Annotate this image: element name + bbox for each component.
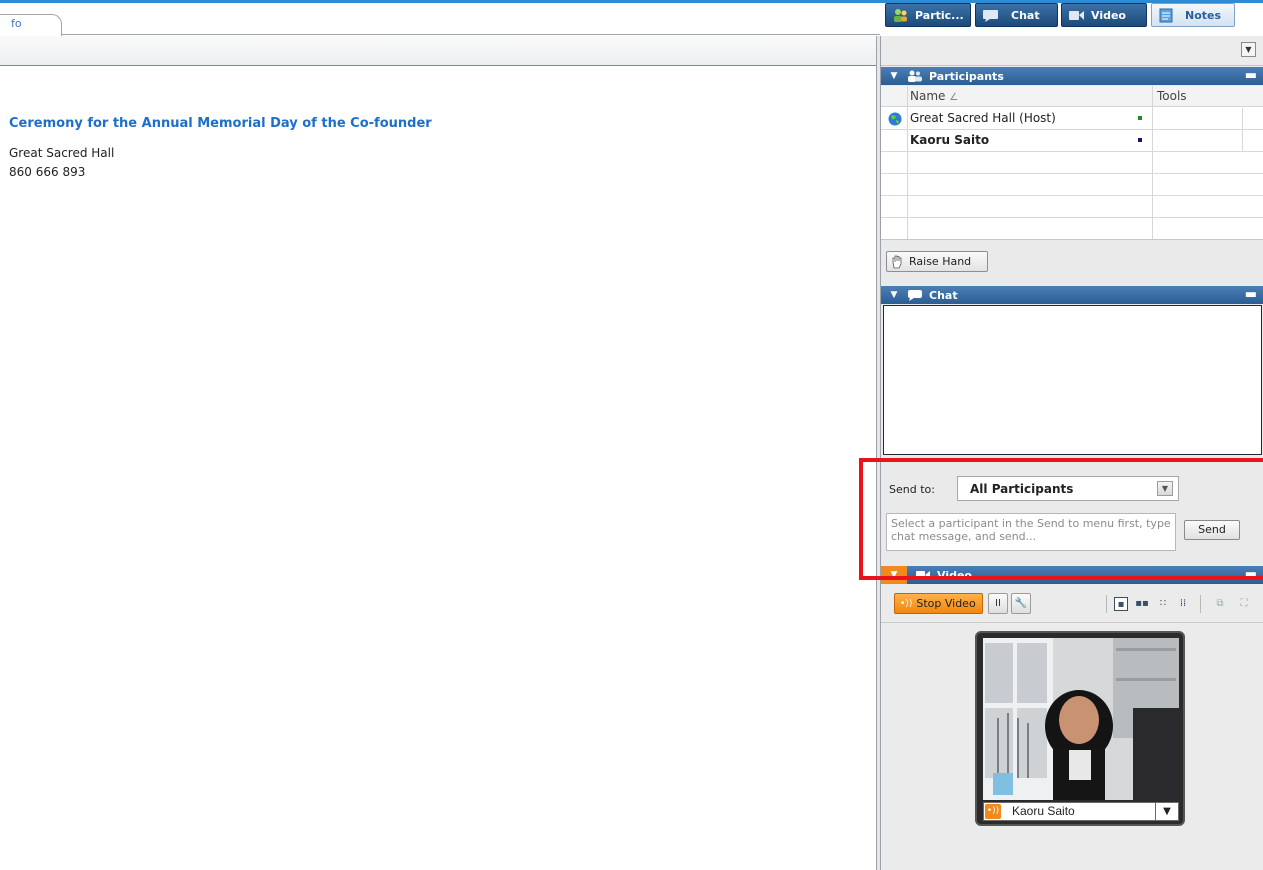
meeting-number: 860 666 893	[9, 165, 86, 179]
empty-row	[881, 196, 1263, 218]
empty-row	[881, 152, 1263, 174]
large-grid-view-icon[interactable]: ⁞⁞	[1176, 597, 1190, 611]
audio-wave-icon: •))	[900, 598, 913, 609]
meeting-title: Ceremony for the Annual Memorial Day of …	[9, 116, 432, 131]
participants-table: Name ∠ Tools Great Sacred Hall (Host) Ka…	[881, 86, 1263, 239]
grid-view-icon[interactable]: ∷	[1156, 597, 1170, 611]
participants-header-icon	[908, 70, 922, 82]
participants-icon	[894, 8, 907, 22]
empty-row	[881, 174, 1263, 196]
sort-ascending-icon: ∠	[949, 92, 959, 103]
video-settings-button[interactable]: 🔧	[1011, 593, 1031, 614]
participants-toggle-button[interactable]: Partic...	[885, 3, 971, 27]
speaker-icon: •))	[985, 804, 1001, 819]
chat-message-area[interactable]	[883, 305, 1262, 455]
stop-video-button[interactable]: •)) Stop Video	[894, 593, 983, 614]
meeting-host: Great Sacred Hall	[9, 146, 115, 160]
participants-section-title: Participants	[929, 69, 1004, 83]
video-toggle-button[interactable]: Video	[1061, 3, 1147, 27]
raise-hand-label: Raise Hand	[909, 255, 972, 268]
status-indicator	[1138, 138, 1142, 142]
stop-video-label: Stop Video	[916, 597, 976, 610]
column-header-tools[interactable]: Tools	[1157, 89, 1187, 103]
participant-row[interactable]: Great Sacred Hall (Host)	[881, 108, 1263, 130]
minimize-icon[interactable]: ▬	[1245, 287, 1257, 302]
column-header-name-label: Name	[910, 89, 946, 103]
tab-strip	[0, 3, 880, 35]
globe-icon	[888, 112, 902, 126]
collapse-triangle-icon[interactable]: ▼	[881, 290, 907, 300]
notes-toggle-button[interactable]: Notes	[1151, 3, 1235, 27]
chat-section-title: Chat	[929, 288, 958, 302]
video-feed[interactable]	[983, 638, 1179, 800]
video-feed-image	[983, 638, 1179, 800]
collapse-triangle-icon[interactable]: ▼	[881, 71, 907, 81]
side-by-side-view-icon[interactable]: ▪▪	[1135, 597, 1149, 611]
hand-icon	[892, 255, 902, 268]
panel-toolbar	[881, 36, 1263, 66]
participant-row[interactable]: Kaoru Saito	[881, 130, 1263, 152]
participants-section-header[interactable]: ▼ Participants ▬	[881, 67, 1263, 85]
toolbar-divider	[1200, 595, 1201, 613]
pause-video-button[interactable]: II	[988, 593, 1008, 614]
chevron-down-icon: ▼	[1245, 45, 1252, 54]
participant-name: Great Sacred Hall (Host)	[910, 111, 1056, 125]
single-view-icon[interactable]: ▪	[1114, 597, 1128, 611]
tab-info[interactable]: fo	[0, 14, 62, 36]
notes-toggle-label: Notes	[1185, 8, 1222, 22]
fullscreen-icon[interactable]: ⛶	[1237, 597, 1251, 611]
raise-hand-button[interactable]: Raise Hand	[886, 251, 988, 272]
pause-icon: II	[995, 598, 1001, 609]
popout-icon[interactable]: ⧉	[1213, 597, 1227, 611]
chat-toggle-label: Chat	[1011, 8, 1040, 22]
chat-icon	[983, 9, 998, 22]
column-header-name[interactable]: Name ∠	[910, 89, 958, 103]
video-camera-icon	[1069, 10, 1084, 20]
video-participant-name: Kaoru Saito	[1012, 804, 1075, 818]
chat-section-header[interactable]: ▼ Chat ▬	[881, 286, 1263, 304]
minimize-icon[interactable]: ▬	[1245, 68, 1257, 83]
status-indicator	[1138, 116, 1142, 120]
notes-icon	[1159, 8, 1173, 22]
toolbar-divider	[1106, 595, 1107, 613]
empty-row	[881, 218, 1263, 240]
highlight-box	[859, 458, 1263, 580]
content-header-bar	[0, 36, 880, 66]
chevron-down-icon[interactable]: ▼	[1155, 803, 1178, 820]
wrench-icon: 🔧	[1014, 598, 1028, 609]
video-toggle-label: Video	[1091, 8, 1126, 22]
chat-header-icon	[908, 289, 922, 301]
participants-table-header: Name ∠ Tools	[881, 86, 1263, 107]
toolbar-menu-dropdown[interactable]: ▼	[1241, 42, 1256, 57]
tab-info-label: fo	[11, 17, 22, 30]
participant-name: Kaoru Saito	[910, 133, 990, 147]
chat-toggle-button[interactable]: Chat	[975, 3, 1058, 27]
participants-toggle-label: Partic...	[915, 8, 964, 22]
